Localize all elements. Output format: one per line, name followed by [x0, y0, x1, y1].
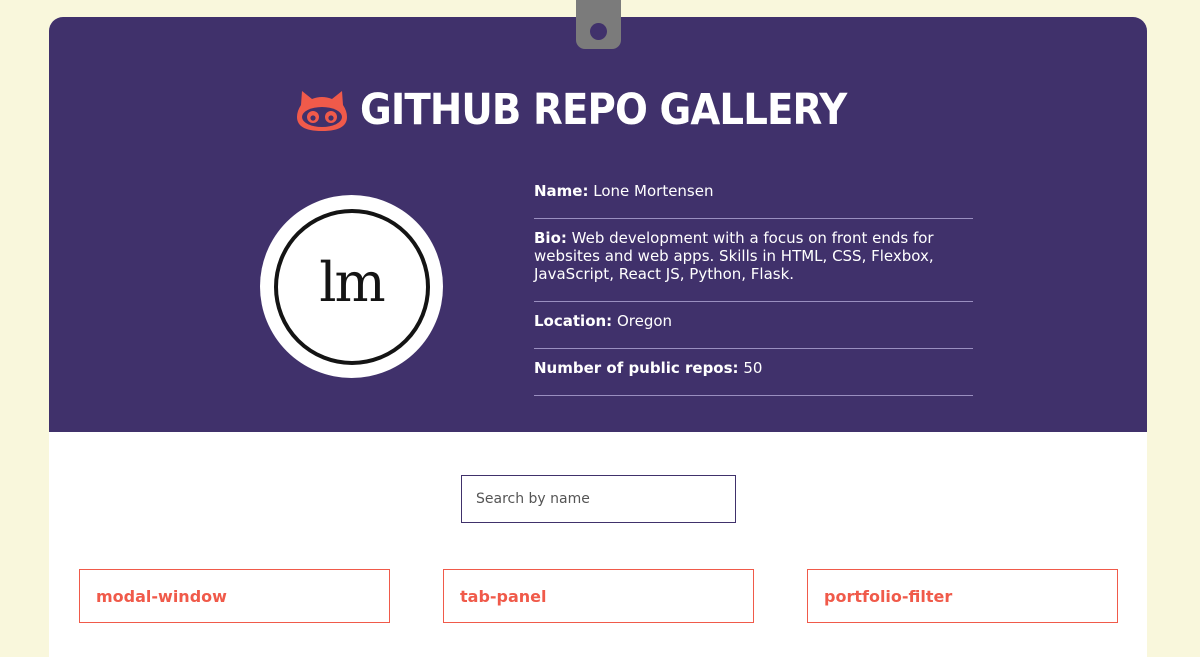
profile-name-row: Name: Lone Mortensen — [534, 172, 973, 219]
page-title: GitHub Repo Gallery — [359, 85, 847, 135]
repo-name: portfolio-filter — [824, 586, 953, 606]
repo-card[interactable]: portfolio-filter — [807, 569, 1118, 623]
repos-count-label: Number of public repos: — [534, 359, 739, 377]
profile-repos-count-row: Number of public repos: 50 — [534, 349, 973, 396]
avatar-logo-text: lm — [319, 251, 385, 314]
repo-name: tab-panel — [460, 586, 547, 606]
profile-location-row: Location: Oregon — [534, 302, 973, 349]
github-octocat-icon — [296, 91, 347, 131]
bio-value: Web development with a focus on front en… — [534, 229, 934, 283]
profile-info: Name: Lone Mortensen Bio: Web developmen… — [534, 172, 973, 396]
name-label: Name: — [534, 182, 589, 200]
avatar: lm — [260, 195, 443, 378]
repo-card[interactable]: tab-panel — [443, 569, 754, 623]
location-value: Oregon — [612, 312, 673, 330]
name-value: Lone Mortensen — [588, 182, 714, 200]
profile-bio-row: Bio: Web development with a focus on fro… — [534, 219, 973, 302]
title-row: GitHub Repo Gallery — [49, 75, 1147, 145]
repos-count-value: 50 — [738, 359, 763, 377]
gallery-card: GitHub Repo Gallery lm Name: Lone Morten… — [49, 17, 1147, 657]
location-label: Location: — [534, 312, 613, 330]
repo-card[interactable]: modal-window — [79, 569, 390, 623]
bio-label: Bio: — [534, 229, 567, 247]
repo-name: modal-window — [96, 586, 227, 606]
badge-clip — [576, 0, 621, 49]
profile-header: GitHub Repo Gallery lm Name: Lone Morten… — [49, 17, 1147, 432]
avatar-logo-ring: lm — [273, 208, 430, 365]
search-input[interactable] — [461, 475, 736, 523]
repo-section: modal-window tab-panel portfolio-filter — [49, 432, 1147, 657]
badge-clip-hole — [590, 23, 607, 40]
